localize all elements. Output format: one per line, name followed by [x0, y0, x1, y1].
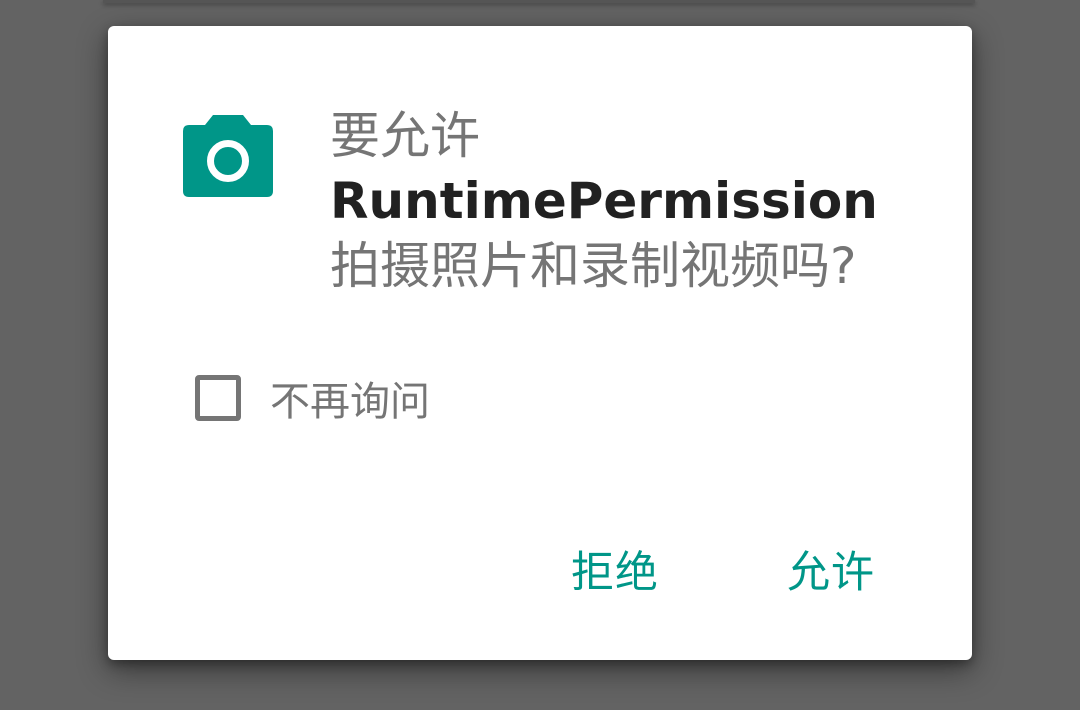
deny-button[interactable]: 拒绝 — [571, 538, 659, 600]
allow-button[interactable]: 允许 — [787, 538, 875, 600]
dont-ask-again-checkbox[interactable] — [195, 375, 241, 421]
permission-dialog: 要允许 RuntimePermission拍摄照片和录制视频吗? 不再询问 拒绝 … — [108, 26, 972, 660]
dont-ask-again-row[interactable]: 不再询问 — [195, 370, 430, 426]
camera-icon — [183, 115, 273, 197]
dont-ask-again-label: 不再询问 — [270, 379, 430, 425]
permission-message: 要允许 RuntimePermission 拍摄照片和录制视频吗? — [330, 104, 878, 299]
message-suffix: 拍摄照片和录制视频吗? — [330, 237, 857, 295]
app-name: RuntimePermission — [330, 172, 878, 230]
message-prefix: 要允许 — [330, 107, 480, 165]
background-dialog-edge — [103, 0, 975, 3]
